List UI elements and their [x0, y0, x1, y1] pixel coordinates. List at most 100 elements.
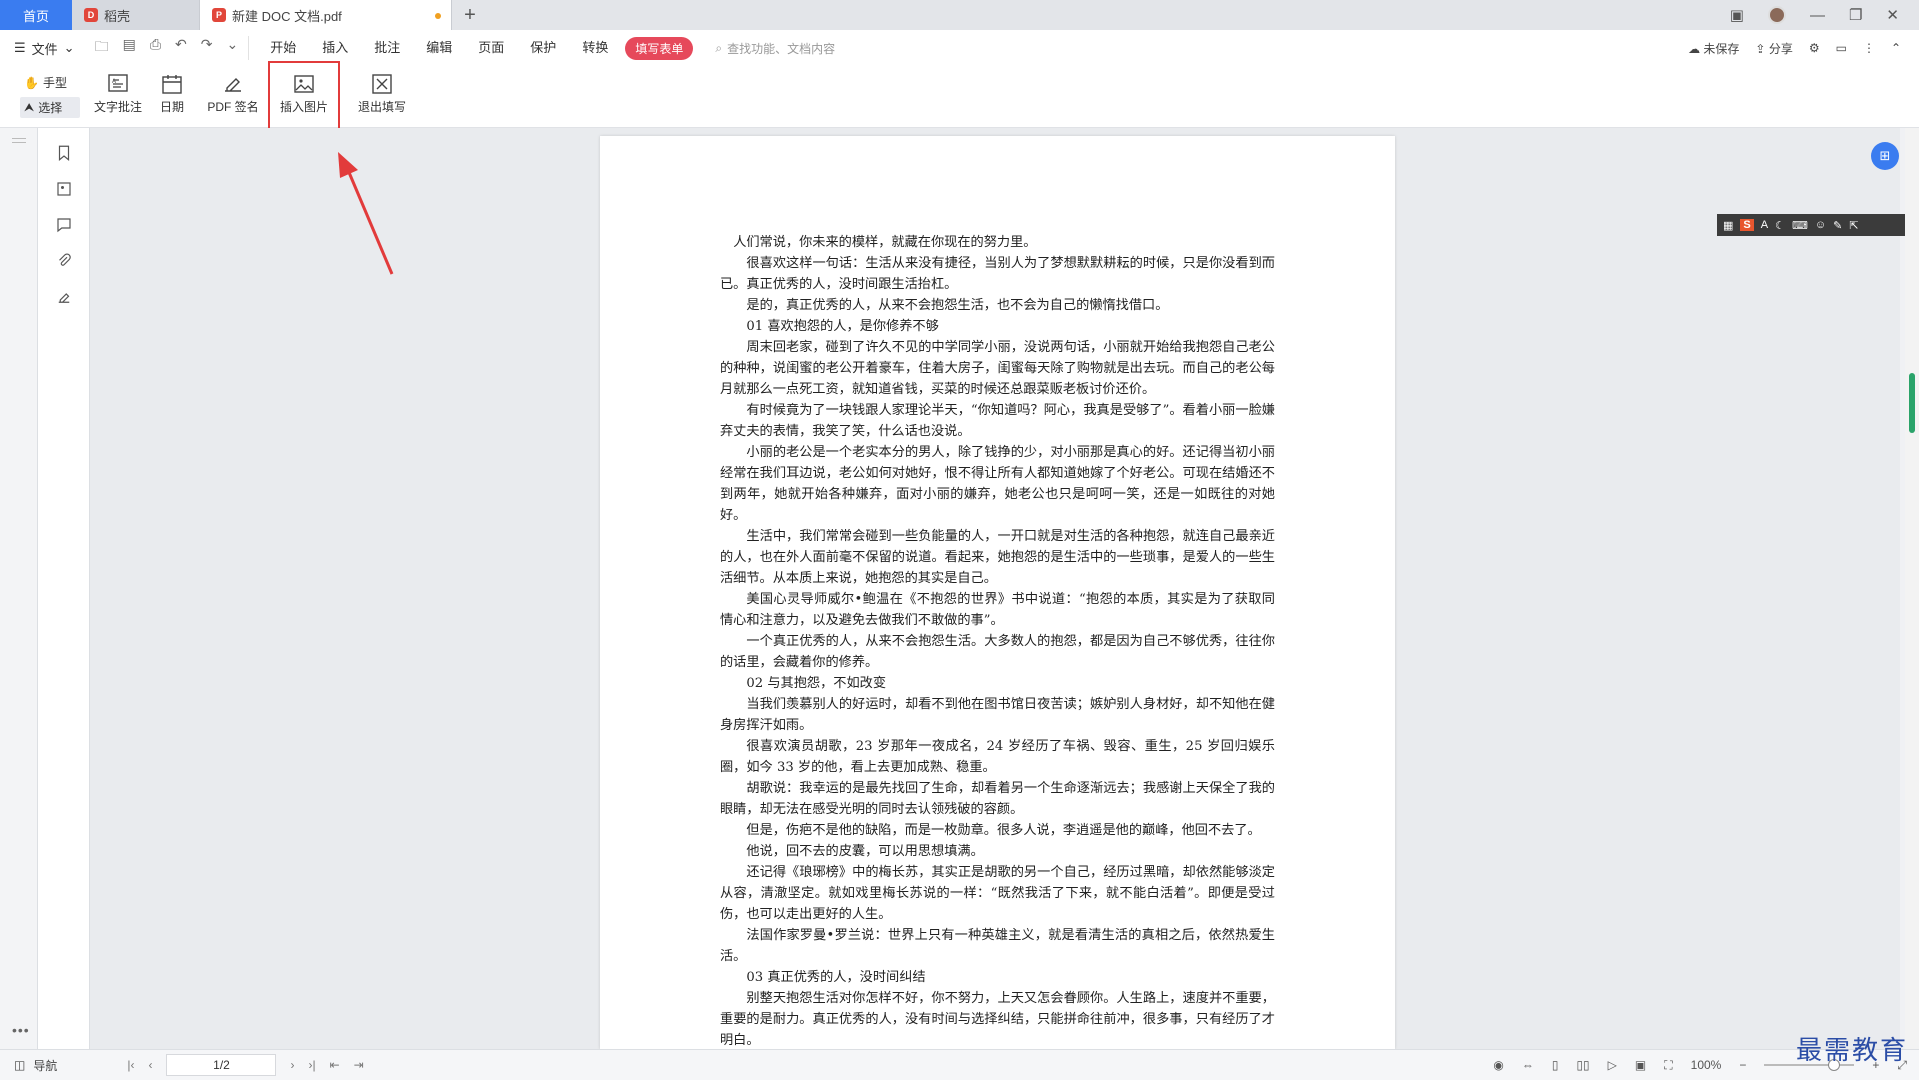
paragraph: 生活中，我们常常会碰到一些负能量的人，一开口就是对生活的各种抱怨，就连自己最亲近…: [720, 529, 1275, 586]
tab-daoke-label: 稻壳: [104, 8, 131, 24]
menu-insert[interactable]: 插入: [309, 37, 361, 60]
unsaved-dot-icon: [435, 13, 441, 19]
redo-icon[interactable]: ↷: [201, 36, 213, 60]
page-navigator: |‹ ‹ 1/2 › ›| ⇤ ⇥: [127, 1054, 364, 1076]
paragraph: 小丽的老公是一个老实本分的男人，除了钱挣的少，对小丽那是真心的好。还记得当初小丽…: [720, 445, 1275, 523]
last-page-icon[interactable]: ›|: [308, 1058, 315, 1072]
text-comment-button[interactable]: A 文字批注: [90, 66, 146, 122]
save-icon[interactable]: ▤: [123, 36, 136, 60]
collapse-ribbon-icon[interactable]: ⌃: [1891, 41, 1901, 55]
back-view-icon[interactable]: ⇤: [330, 1058, 340, 1072]
share-button[interactable]: ⇪ 分享: [1755, 40, 1792, 57]
image-icon: [294, 75, 314, 93]
exit-fill-label: 退出填写: [357, 100, 406, 114]
ime-label[interactable]: A: [1761, 219, 1768, 231]
customize-icon[interactable]: ⌄: [226, 36, 238, 60]
expand-icon[interactable]: ⇱: [1849, 219, 1858, 232]
unsaved-button[interactable]: ☁ 未保存: [1688, 40, 1739, 57]
file-menu-label: 文件: [31, 41, 58, 57]
open-icon[interactable]: 🗀: [95, 36, 109, 60]
signature-panel-icon[interactable]: [55, 288, 73, 306]
search-icon: ⌕: [715, 40, 723, 55]
minimize-icon[interactable]: —: [1810, 7, 1825, 24]
bookmark-icon[interactable]: [55, 144, 73, 162]
vertical-scrollbar[interactable]: [1905, 128, 1919, 1049]
calendar-icon: [162, 75, 182, 94]
menu-edit[interactable]: 编辑: [413, 37, 465, 60]
ime-grid-icon[interactable]: ▦: [1723, 219, 1733, 232]
menu-convert[interactable]: 转换: [569, 37, 621, 60]
file-menu[interactable]: ☰ 文件 ⌄: [0, 39, 85, 58]
paragraph: 还记得《琅琊榜》中的梅长苏，其实正是胡歌的另一个自己，经历过黑暗，却依然能够淡定…: [720, 865, 1275, 922]
paragraph: 03 真正优秀的人，没时间纠结: [746, 970, 926, 985]
pdf-sign-button[interactable]: PDF 签名: [200, 66, 266, 122]
wrench-icon[interactable]: ✎: [1833, 219, 1842, 232]
hand-tool-button[interactable]: ✋ 手型: [20, 72, 80, 93]
tab-active-doc[interactable]: P 新建 DOC 文档.pdf: [200, 0, 452, 30]
insert-image-button[interactable]: 插入图片: [268, 61, 340, 133]
comment-icon[interactable]: [55, 216, 73, 234]
single-page-icon[interactable]: ▯: [1552, 1058, 1559, 1072]
date-button[interactable]: 日期: [150, 66, 194, 122]
page-text: 人们常说，你未来的模样，就藏在你现在的努力里。 很喜欢这样一句话：生活从来没有捷径…: [720, 232, 1275, 1049]
menu-comment[interactable]: 批注: [361, 37, 413, 60]
layout-icon[interactable]: ▣: [1730, 6, 1744, 24]
add-tab-button[interactable]: +: [452, 0, 488, 30]
zoom-out-icon[interactable]: −: [1739, 1058, 1746, 1072]
actual-size-icon[interactable]: ▣: [1635, 1058, 1646, 1072]
fit-width-icon[interactable]: ⇔: [1522, 1058, 1534, 1072]
forward-view-icon[interactable]: ⇥: [354, 1058, 364, 1072]
restore-icon[interactable]: ❐: [1849, 6, 1862, 24]
nav-toggle[interactable]: ◫ 导航: [0, 1057, 57, 1074]
feedback-icon[interactable]: ▭: [1836, 41, 1847, 55]
page-tool-float-button[interactable]: ⊞: [1871, 142, 1899, 170]
print-icon[interactable]: ⎙: [150, 36, 161, 60]
more-vertical-icon[interactable]: ⋮: [1863, 41, 1875, 55]
next-page-icon[interactable]: ›: [290, 1058, 294, 1072]
moon-icon[interactable]: ☾: [1775, 219, 1785, 232]
more-icon[interactable]: •••: [12, 1022, 30, 1038]
zoom-level[interactable]: 100%: [1691, 1058, 1722, 1072]
tab-daoke[interactable]: D 稻壳: [72, 0, 200, 30]
menu-protect[interactable]: 保护: [517, 37, 569, 60]
avatar[interactable]: [1767, 6, 1786, 24]
undo-icon[interactable]: ↶: [175, 36, 187, 60]
pdf-sign-label: PDF 签名: [207, 100, 259, 114]
menu-start[interactable]: 开始: [257, 37, 309, 60]
paragraph: 一个真正优秀的人，从来不会抱怨生活。大多数人的抱怨，都是因为自己不够优秀，往往你…: [720, 634, 1275, 670]
hamburger-icon: ☰: [14, 40, 26, 55]
mode-group: ✋ 手型 ⮝ 选择: [0, 66, 80, 118]
quick-access: 🗀 ▤ ⎙ ↶ ↷ ⌄: [85, 36, 250, 60]
fit-page-icon[interactable]: ⛶: [1664, 1058, 1672, 1073]
paragraph: 很喜欢这样一句话：生活从来没有捷径，当别人为了梦想默默耕耘的时候，只是你没看到而…: [720, 256, 1275, 292]
search-placeholder: 查找功能、文档内容: [727, 41, 836, 56]
two-page-icon[interactable]: ▯▯: [1576, 1058, 1589, 1072]
prev-page-icon[interactable]: ‹: [148, 1058, 152, 1072]
text-comment-label: 文字批注: [93, 100, 142, 114]
menu-page[interactable]: 页面: [465, 37, 517, 60]
pdf-icon: P: [212, 8, 226, 22]
first-page-icon[interactable]: |‹: [127, 1058, 134, 1072]
exit-fill-button[interactable]: 退出填写: [352, 66, 412, 122]
text-comment-icon: A: [108, 74, 128, 92]
keyboard-icon[interactable]: ⌨: [1792, 219, 1808, 232]
close-icon[interactable]: ✕: [1886, 6, 1899, 24]
unsaved-label: 未保存: [1703, 41, 1740, 56]
eye-icon[interactable]: ◉: [1493, 1058, 1503, 1072]
search-box[interactable]: ⌕ 查找功能、文档内容: [715, 40, 835, 57]
ime-logo-icon[interactable]: S: [1740, 219, 1754, 231]
settings-icon[interactable]: ⚙: [1809, 41, 1820, 55]
user-icon[interactable]: ☺: [1815, 219, 1826, 231]
scrollbar-thumb[interactable]: [1909, 373, 1915, 433]
cursor-icon: ⮝: [24, 100, 35, 114]
play-icon[interactable]: ▷: [1608, 1058, 1617, 1072]
drag-handle[interactable]: [12, 138, 26, 139]
select-tool-button[interactable]: ⮝ 选择: [20, 97, 80, 118]
menu-fill-form[interactable]: 填写表单: [625, 36, 694, 60]
thumbnail-icon[interactable]: [55, 180, 73, 198]
attachment-icon[interactable]: [55, 252, 73, 270]
paragraph: 02 与其抱怨，不如改变: [746, 676, 887, 691]
tab-home[interactable]: 首页: [0, 0, 72, 30]
page-number-input[interactable]: 1/2: [166, 1054, 277, 1076]
hand-label: 手型: [42, 76, 67, 90]
